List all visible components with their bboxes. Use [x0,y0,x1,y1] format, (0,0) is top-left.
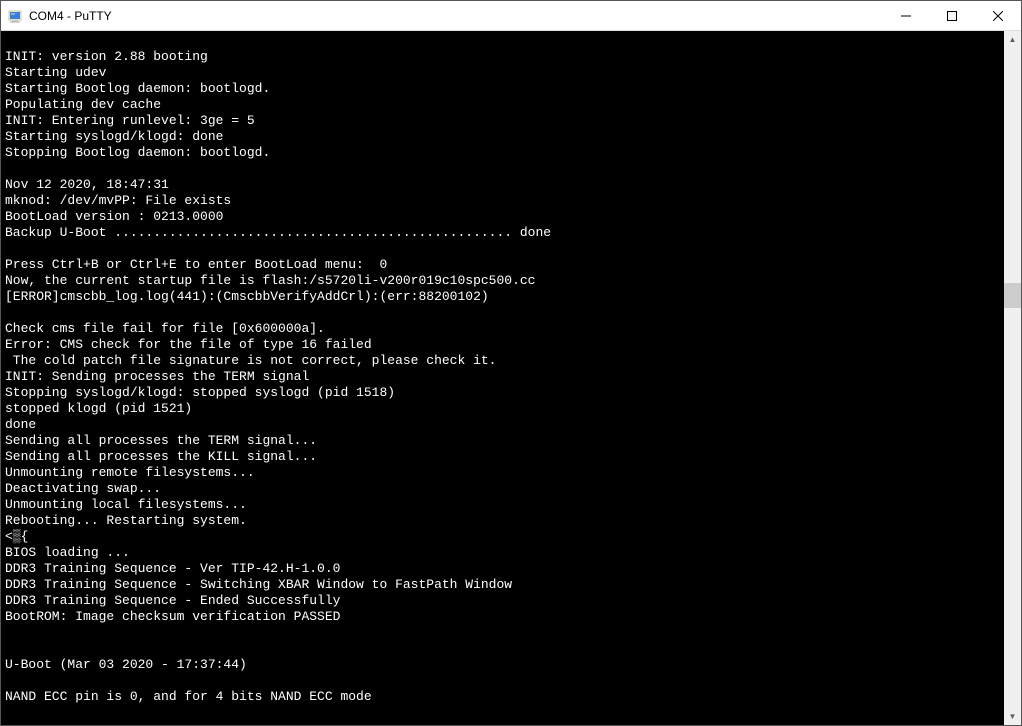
scrollbar[interactable]: ▲ ▼ [1004,31,1021,725]
terminal-line: mknod: /dev/mvPP: File exists [5,193,1000,209]
terminal-line: Populating dev cache [5,97,1000,113]
terminal-line: BIOS loading ... [5,545,1000,561]
terminal-line: done [5,417,1000,433]
terminal-line: DDR3 Training Sequence - Switching XBAR … [5,577,1000,593]
terminal-line: Unmounting remote filesystems... [5,465,1000,481]
close-button[interactable] [975,1,1021,30]
terminal-line: BootLoad version : 0213.0000 [5,209,1000,225]
terminal-line: <▒{ [5,529,1000,545]
terminal-line [5,673,1000,689]
terminal[interactable]: INIT: version 2.88 bootingStarting udevS… [1,31,1004,725]
terminal-line: Sending all processes the TERM signal... [5,433,1000,449]
terminal-line: Check cms file fail for file [0x600000a]… [5,321,1000,337]
terminal-line: DDR3 Training Sequence - Ended Successfu… [5,593,1000,609]
terminal-line: Now, the current startup file is flash:/… [5,273,1000,289]
terminal-line: [ERROR]cmscbb_log.log(441):(CmscbbVerify… [5,289,1000,305]
terminal-line: Nov 12 2020, 18:47:31 [5,177,1000,193]
terminal-line [5,305,1000,321]
putty-icon [7,8,23,24]
terminal-line: Stopping syslogd/klogd: stopped syslogd … [5,385,1000,401]
terminal-line: BootROM: Image checksum verification PAS… [5,609,1000,625]
window-controls [883,1,1021,30]
terminal-line: U-Boot (Mar 03 2020 - 17:37:44) [5,657,1000,673]
terminal-line: INIT: version 2.88 booting [5,49,1000,65]
terminal-line: Stopping Bootlog daemon: bootlogd. [5,145,1000,161]
terminal-line: DDR3 Training Sequence - Ver TIP-42.H-1.… [5,561,1000,577]
terminal-line [5,241,1000,257]
terminal-line [5,33,1000,49]
terminal-line: The cold patch file signature is not cor… [5,353,1000,369]
title-bar[interactable]: COM4 - PuTTY [1,1,1021,31]
terminal-area: INIT: version 2.88 bootingStarting udevS… [1,31,1021,725]
terminal-line [5,161,1000,177]
terminal-line: Unmounting local filesystems... [5,497,1000,513]
terminal-line: NAND ECC pin is 0, and for 4 bits NAND E… [5,689,1000,705]
minimize-button[interactable] [883,1,929,30]
scroll-down-button[interactable]: ▼ [1004,708,1021,725]
terminal-line: Press Ctrl+B or Ctrl+E to enter BootLoad… [5,257,1000,273]
scroll-thumb[interactable] [1004,283,1021,308]
scroll-up-button[interactable]: ▲ [1004,31,1021,48]
terminal-line [5,641,1000,657]
maximize-button[interactable] [929,1,975,30]
terminal-line: Backup U-Boot ..........................… [5,225,1000,241]
window-title: COM4 - PuTTY [29,9,883,23]
terminal-line: INIT: Entering runlevel: 3ge = 5 [5,113,1000,129]
putty-window: COM4 - PuTTY INIT: version 2.88 bootingS… [0,0,1022,726]
terminal-line: Rebooting... Restarting system. [5,513,1000,529]
terminal-line [5,625,1000,641]
terminal-line: Sending all processes the KILL signal... [5,449,1000,465]
terminal-line: Starting syslogd/klogd: done [5,129,1000,145]
terminal-line: Starting udev [5,65,1000,81]
terminal-line: stopped klogd (pid 1521) [5,401,1000,417]
scroll-track[interactable] [1004,48,1021,708]
terminal-line: Deactivating swap... [5,481,1000,497]
terminal-line: INIT: Sending processes the TERM signal [5,369,1000,385]
terminal-line: Error: CMS check for the file of type 16… [5,337,1000,353]
terminal-line: Starting Bootlog daemon: bootlogd. [5,81,1000,97]
